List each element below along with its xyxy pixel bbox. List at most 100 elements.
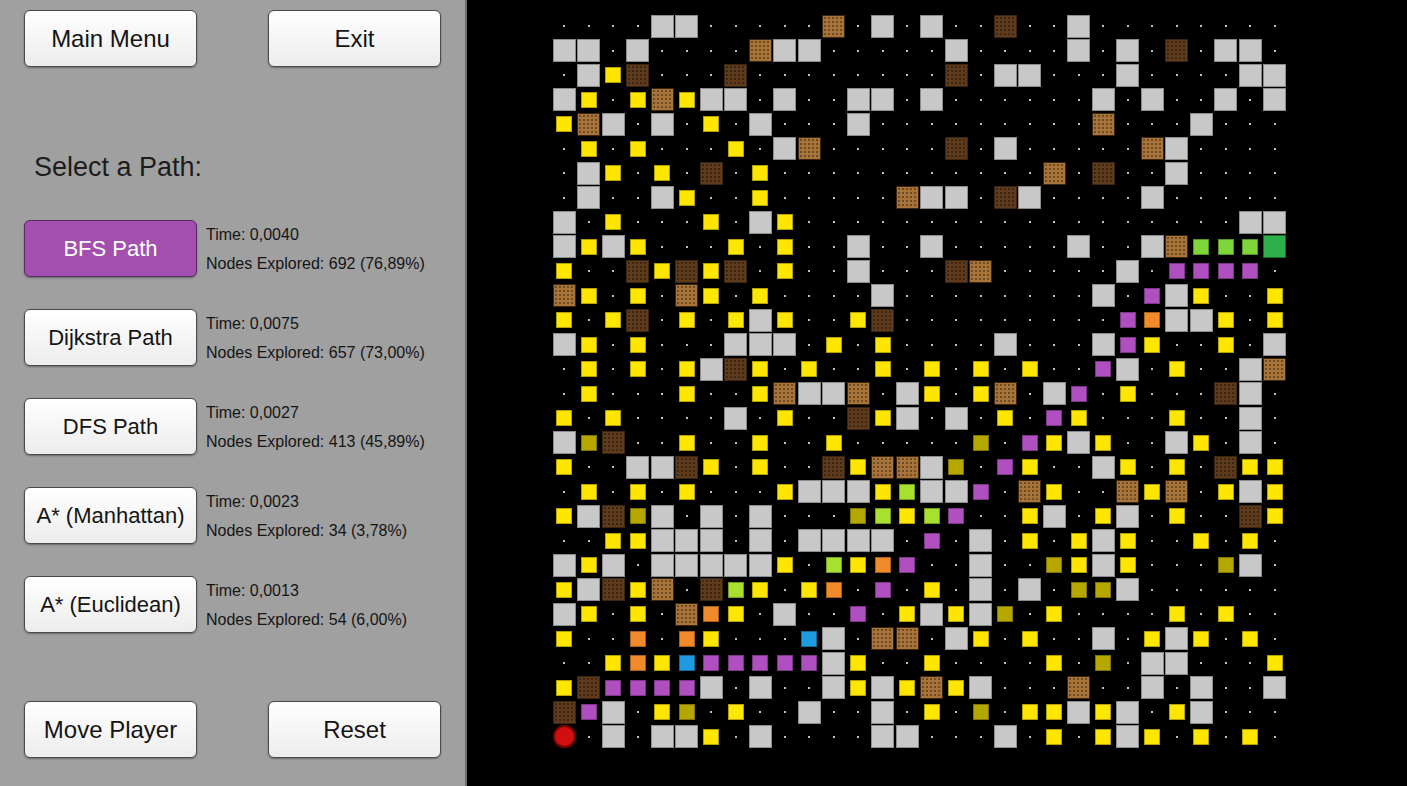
reset-button[interactable]: Reset	[268, 701, 441, 758]
grid-cell	[944, 210, 969, 235]
tile-mark	[801, 361, 817, 377]
grid-cell	[675, 480, 700, 505]
grid-cell	[1018, 602, 1043, 627]
wall-mark	[920, 15, 943, 38]
grid-cell	[601, 88, 626, 113]
grid-cell	[773, 431, 798, 456]
tile-mark	[1022, 631, 1038, 647]
tile-mark	[556, 459, 572, 475]
grid-cell	[773, 357, 798, 382]
tile-mark	[1144, 312, 1160, 328]
empty-dot	[1225, 540, 1227, 542]
tile-mark	[1046, 410, 1062, 426]
grid-cell	[675, 259, 700, 284]
grid-cell	[626, 431, 651, 456]
grid-cell	[601, 700, 626, 725]
grid-cell	[724, 504, 749, 529]
wall-mark	[822, 529, 845, 552]
grid-cell	[1189, 63, 1214, 88]
grid-cell	[846, 602, 871, 627]
grid-cell	[822, 186, 847, 211]
empty-dot	[931, 221, 933, 223]
path-button[interactable]: DFS Path	[24, 398, 197, 455]
wall-mark	[602, 554, 625, 577]
path-button[interactable]: A* (Euclidean)	[24, 576, 197, 633]
wall-mark	[871, 701, 894, 724]
grid-cell	[699, 725, 724, 750]
empty-dot	[808, 295, 810, 297]
grid-cell	[1238, 308, 1263, 333]
tile-mark	[1242, 263, 1258, 279]
grid-cell	[552, 284, 577, 309]
grid-cell	[797, 725, 822, 750]
empty-dot	[1225, 736, 1227, 738]
tile-mark	[1144, 337, 1160, 353]
grid-cell	[871, 235, 896, 260]
move-player-button[interactable]: Move Player	[24, 701, 197, 758]
grid-cell	[1263, 357, 1288, 382]
grid-cell	[577, 602, 602, 627]
grid-cell	[724, 210, 749, 235]
wall-mark	[700, 554, 723, 577]
tile-mark	[924, 361, 940, 377]
tile-mark	[630, 141, 646, 157]
grid-cell	[797, 333, 822, 358]
wall-mark	[749, 333, 772, 356]
empty-dot	[784, 368, 786, 370]
grid-cell	[1067, 700, 1092, 725]
grid-cell	[797, 455, 822, 480]
empty-dot	[1151, 417, 1153, 419]
empty-dot	[833, 172, 835, 174]
wall-mark	[1067, 15, 1090, 38]
grid-cell	[699, 578, 724, 603]
empty-dot	[1274, 197, 1276, 199]
empty-dot	[1151, 270, 1153, 272]
empty-dot	[955, 736, 957, 738]
grid-cell	[724, 284, 749, 309]
grid-cell	[920, 529, 945, 554]
wall-mark	[822, 652, 845, 675]
grid-cell	[895, 161, 920, 186]
main-menu-button[interactable]: Main Menu	[24, 10, 197, 67]
grid-cell	[969, 578, 994, 603]
grid-cell	[969, 39, 994, 64]
empty-dot	[1274, 564, 1276, 566]
empty-dot	[784, 172, 786, 174]
empty-dot	[1151, 221, 1153, 223]
grid-cell	[601, 210, 626, 235]
empty-dot	[1127, 246, 1129, 248]
tile-mark	[728, 312, 744, 328]
empty-dot	[563, 368, 565, 370]
path-button[interactable]: Dijkstra Path	[24, 309, 197, 366]
path-button[interactable]: A* (Manhattan)	[24, 487, 197, 544]
empty-dot	[1151, 74, 1153, 76]
empty-dot	[1053, 589, 1055, 591]
grid-cell	[675, 137, 700, 162]
grid-cell	[577, 88, 602, 113]
grid-cell	[1091, 88, 1116, 113]
mud-mark	[994, 186, 1017, 209]
grid-cell	[944, 112, 969, 137]
empty-dot	[808, 442, 810, 444]
empty-dot	[1127, 123, 1129, 125]
grid-cell	[1140, 161, 1165, 186]
exit-button[interactable]: Exit	[268, 10, 441, 67]
tile-mark	[1193, 263, 1209, 279]
grid-cell	[1018, 235, 1043, 260]
grid-cell	[1214, 700, 1239, 725]
grid-cell	[699, 357, 724, 382]
path-button[interactable]: BFS Path	[24, 220, 197, 277]
grid-cell	[773, 39, 798, 64]
tile-mark	[679, 190, 695, 206]
grid-cell	[944, 63, 969, 88]
goal-mark	[1263, 235, 1286, 258]
grid-cell	[846, 529, 871, 554]
grid-cell	[1214, 480, 1239, 505]
empty-dot	[808, 736, 810, 738]
tile-mark	[703, 214, 719, 230]
grid-cell	[724, 431, 749, 456]
tile-mark	[752, 165, 768, 181]
empty-dot	[784, 442, 786, 444]
grid-cell	[1018, 382, 1043, 407]
empty-dot	[1102, 270, 1104, 272]
